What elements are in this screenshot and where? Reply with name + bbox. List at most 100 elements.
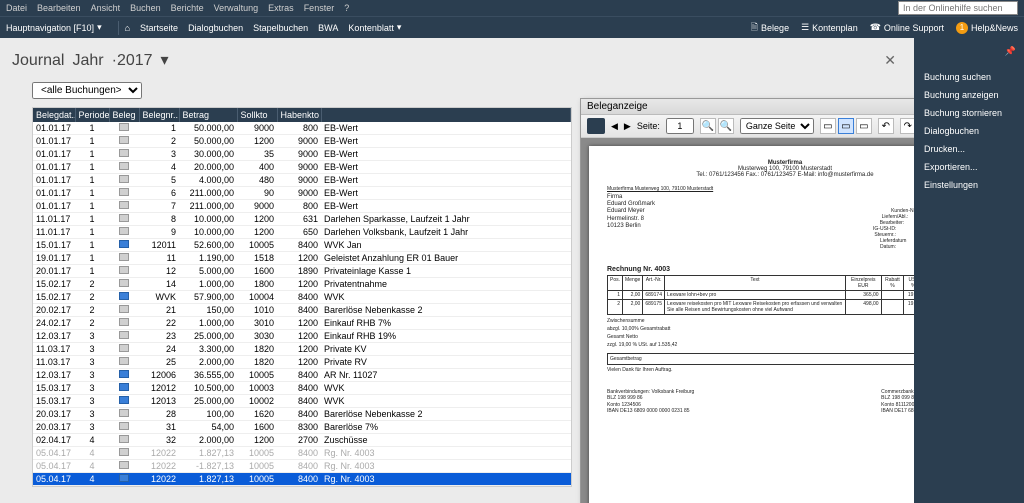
chevron-down-icon[interactable]: ▾ xyxy=(161,50,169,70)
rotate-left-icon[interactable]: ↶ xyxy=(878,118,894,134)
tb-stapelbuchen[interactable]: Stapelbuchen xyxy=(253,23,308,33)
menu-buchen[interactable]: Buchen xyxy=(130,3,161,13)
menu-help[interactable]: ? xyxy=(344,3,349,13)
doc-icon xyxy=(119,357,129,365)
tb-kontenblatt[interactable]: Kontenblatt ▾ xyxy=(348,22,401,33)
table-row[interactable]: 11.03.173243.300,0018201200Private KV xyxy=(33,343,571,356)
table-row[interactable]: 05.04.17412022-1.827,13100058400 Rg. Nr.… xyxy=(33,460,571,473)
receipt-title-bar[interactable]: Beleganzeige — xyxy=(581,99,914,115)
col-header[interactable]: Betrag xyxy=(179,108,237,122)
table-row[interactable]: 20.02.17221150,0010108400Barerlöse Neben… xyxy=(33,304,571,317)
prev-page-icon[interactable]: ◀ xyxy=(611,121,618,132)
table-row[interactable]: 05.04.174120221.827,13100058400Rg. Nr. 4… xyxy=(33,447,571,460)
filter-select[interactable]: <alle Buchungen> xyxy=(32,82,142,99)
doc-icon xyxy=(119,409,129,417)
table-row[interactable]: 02.04.174322.000,0012002700Zuschüsse xyxy=(33,434,571,447)
doc-icon xyxy=(119,435,129,443)
doc-icon xyxy=(119,474,129,482)
tb-belege[interactable]: 🗎 Belege xyxy=(751,20,789,36)
view-wide-icon[interactable]: ▭ xyxy=(856,118,872,134)
doc-icon xyxy=(119,292,129,300)
nav-label[interactable]: Hauptnavigation [F10] ▾ xyxy=(6,22,102,33)
table-row[interactable]: 12.03.1731200636.555,00100058400AR Nr. 1… xyxy=(33,369,571,382)
table-row[interactable]: 01.01.171420.000,004009000EB-Wert xyxy=(33,161,571,174)
menu-ansicht[interactable]: Ansicht xyxy=(91,3,121,13)
table-row[interactable]: 01.01.171330.000,00359000EB-Wert xyxy=(33,148,571,161)
zoom-out-icon[interactable]: 🔍 xyxy=(718,118,734,134)
table-row[interactable]: 15.02.172WVK57.900,00100048400WVK xyxy=(33,291,571,304)
doc-icon xyxy=(119,240,129,248)
table-row[interactable]: 15.03.1731201325.000,00100028400WVK xyxy=(33,395,571,408)
side-item[interactable]: Buchung suchen xyxy=(922,68,1016,86)
table-row[interactable]: 12.03.1732325.000,0030301200Einkauf RHB … xyxy=(33,330,571,343)
close-icon[interactable]: ✕ xyxy=(884,52,896,69)
col-header[interactable] xyxy=(321,108,571,122)
zoom-select[interactable]: Ganze Seite xyxy=(740,118,814,134)
doc-icon xyxy=(119,461,129,469)
col-header[interactable]: Sollkto xyxy=(237,108,277,122)
side-item[interactable]: Exportieren... xyxy=(922,158,1016,176)
table-row[interactable]: 20.03.17328100,0016208400Barerlöse Neben… xyxy=(33,408,571,421)
view-fit-icon[interactable]: ▭ xyxy=(838,118,854,134)
camera-icon[interactable] xyxy=(587,118,605,134)
table-row[interactable]: 15.01.1711201152.600,00100058400WVK Jan xyxy=(33,239,571,252)
receipt-toolbar: ◀ ▶ Seite: 🔍 🔍 Ganze Seite ▭ ▭ ▭ ↶ ↷ ▼ xyxy=(581,115,914,138)
tb-kontenplan[interactable]: ☰ Kontenplan xyxy=(801,22,858,33)
rotate-right-icon[interactable]: ↷ xyxy=(900,118,914,134)
col-header[interactable]: Habenkto xyxy=(277,108,321,122)
table-row[interactable]: 11.01.171810.000,001200631Darlehen Spark… xyxy=(33,213,571,226)
table-row[interactable]: 01.01.1716211.000,00909000EB-Wert xyxy=(33,187,571,200)
menu-fenster[interactable]: Fenster xyxy=(304,3,335,13)
side-item[interactable]: Buchung stornieren xyxy=(922,104,1016,122)
table-row[interactable]: 15.03.1731201210.500,00100038400WVK xyxy=(33,382,571,395)
journal-table[interactable]: Belegdat..PeriodeBelegBelegnr..BetragSol… xyxy=(32,107,572,487)
col-header[interactable]: Periode xyxy=(75,108,109,122)
table-row[interactable]: 01.01.171250.000,0012009000EB-Wert xyxy=(33,135,571,148)
menu-berichte[interactable]: Berichte xyxy=(171,3,204,13)
col-header[interactable]: Beleg xyxy=(109,108,139,122)
document-icon: 🗎 xyxy=(751,20,758,36)
menu-bearbeiten[interactable]: Bearbeiten xyxy=(37,3,81,13)
table-row[interactable]: 15.02.172141.000,0018001200Privatentnahm… xyxy=(33,278,571,291)
table-row[interactable]: 20.01.171125.000,0016001890Privateinlage… xyxy=(33,265,571,278)
col-header[interactable]: Belegnr.. xyxy=(139,108,179,122)
table-row[interactable]: 01.01.171150.000,009000800EB-Wert xyxy=(33,122,571,135)
table-row[interactable]: 01.01.17154.000,004809000EB-Wert xyxy=(33,174,571,187)
doc-icon xyxy=(119,305,129,313)
side-item[interactable]: Drucken... xyxy=(922,140,1016,158)
side-panel: 📌 Buchung suchenBuchung anzeigenBuchung … xyxy=(914,38,1024,503)
table-row[interactable]: 05.04.174120221.827,13100058400Rg. Nr. 4… xyxy=(33,473,571,486)
table-row[interactable]: 20.03.1733154,0016008300Barerlöse 7% xyxy=(33,421,571,434)
help-badge-icon: 1 xyxy=(956,22,968,34)
help-search-input[interactable] xyxy=(898,1,1018,15)
table-row[interactable]: 11.03.173252.000,0018201200Private RV xyxy=(33,356,571,369)
table-row[interactable]: 19.01.171111.190,0015181200Geleistet Anz… xyxy=(33,252,571,265)
doc-icon xyxy=(119,448,129,456)
col-header[interactable]: Belegdat.. xyxy=(33,108,75,122)
table-row[interactable]: 01.01.1717211.000,009000800EB-Wert xyxy=(33,200,571,213)
menu-verwaltung[interactable]: Verwaltung xyxy=(214,3,259,13)
menu-datei[interactable]: Datei xyxy=(6,3,27,13)
table-row[interactable]: 24.02.172221.000,0030101200Einkauf RHB 7… xyxy=(33,317,571,330)
zoom-in-icon[interactable]: 🔍 xyxy=(700,118,716,134)
side-item[interactable]: Dialogbuchen xyxy=(922,122,1016,140)
doc-icon xyxy=(119,123,129,131)
table-row[interactable]: 11.01.171910.000,001200650Darlehen Volks… xyxy=(33,226,571,239)
table-row[interactable]: 11.04.174339.000,0018001200Privatentnahm… xyxy=(33,486,571,488)
tb-bwa[interactable]: BWA xyxy=(318,23,338,33)
home-icon[interactable]: ⌂ xyxy=(125,23,130,33)
menu-extras[interactable]: Extras xyxy=(268,3,294,13)
pin-icon[interactable]: 📌 xyxy=(1005,46,1016,57)
doc-icon xyxy=(119,383,129,391)
doc-icon xyxy=(119,266,129,274)
next-page-icon[interactable]: ▶ xyxy=(624,121,631,132)
side-item[interactable]: Buchung anzeigen xyxy=(922,86,1016,104)
list-icon: ☰ xyxy=(801,22,809,33)
tb-startseite[interactable]: Startseite xyxy=(140,23,178,33)
tb-support[interactable]: ☎ Online Support xyxy=(870,22,944,33)
side-item[interactable]: Einstellungen xyxy=(922,176,1016,194)
view-single-icon[interactable]: ▭ xyxy=(820,118,836,134)
tb-dialogbuchen[interactable]: Dialogbuchen xyxy=(188,23,243,33)
tb-helpnews[interactable]: 1 Help&News xyxy=(956,22,1018,34)
page-input[interactable] xyxy=(666,118,694,134)
